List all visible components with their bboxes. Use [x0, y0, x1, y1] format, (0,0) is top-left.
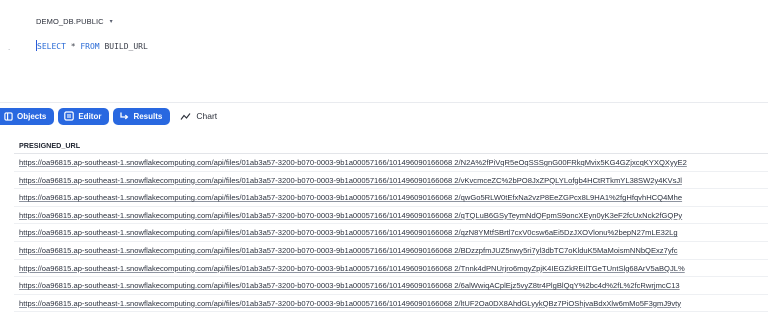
view-toolbar: Objects Editor Results Chart	[0, 107, 223, 125]
objects-icon	[4, 111, 13, 121]
table-row[interactable]: https://oa96815.ap-southeast-1.snowflake…	[14, 189, 768, 207]
table-row[interactable]: https://oa96815.ap-southeast-1.snowflake…	[14, 242, 768, 260]
table-row[interactable]: https://oa96815.ap-southeast-1.snowflake…	[14, 295, 768, 312]
results-table: PRESIGNED_URL https://oa96815.ap-southea…	[14, 138, 768, 312]
trend-line-icon	[180, 112, 191, 120]
table-row[interactable]: https://oa96815.ap-southeast-1.snowflake…	[14, 172, 768, 190]
table-row[interactable]: https://oa96815.ap-southeast-1.snowflake…	[14, 277, 768, 295]
sql-token: BUILD_URL	[99, 42, 148, 51]
results-label: Results	[133, 111, 163, 121]
table-row[interactable]: https://oa96815.ap-southeast-1.snowflake…	[14, 260, 768, 278]
editor-label: Editor	[78, 111, 102, 121]
table-row[interactable]: https://oa96815.ap-southeast-1.snowflake…	[14, 207, 768, 225]
editor-toggle-button[interactable]: Editor	[58, 107, 110, 125]
database-schema-label: DEMO_DB.PUBLIC	[36, 16, 104, 26]
sql-editor[interactable]: SELECT * FROM BUILD_URL	[36, 40, 768, 56]
gutter-marker: .	[8, 43, 11, 52]
chart-tab[interactable]: Chart	[174, 108, 223, 125]
table-row[interactable]: https://oa96815.ap-southeast-1.snowflake…	[14, 154, 768, 172]
editor-icon	[64, 111, 75, 121]
objects-label: Objects	[17, 111, 47, 121]
objects-toggle-button[interactable]: Objects	[0, 107, 55, 125]
sql-token: *	[65, 42, 81, 51]
sql-token: SELECT	[37, 42, 66, 51]
sql-token: FROM	[80, 42, 100, 51]
column-header-presigned-url[interactable]: PRESIGNED_URL	[14, 138, 768, 154]
results-icon	[120, 112, 129, 120]
database-schema-selector[interactable]: DEMO_DB.PUBLIC ▾	[36, 14, 113, 28]
results-toggle-button[interactable]: Results	[113, 107, 171, 125]
chevron-down-icon: ▾	[109, 18, 113, 25]
chart-label: Chart	[196, 111, 218, 121]
table-row[interactable]: https://oa96815.ap-southeast-1.snowflake…	[14, 224, 768, 242]
pane-divider[interactable]	[0, 102, 768, 103]
